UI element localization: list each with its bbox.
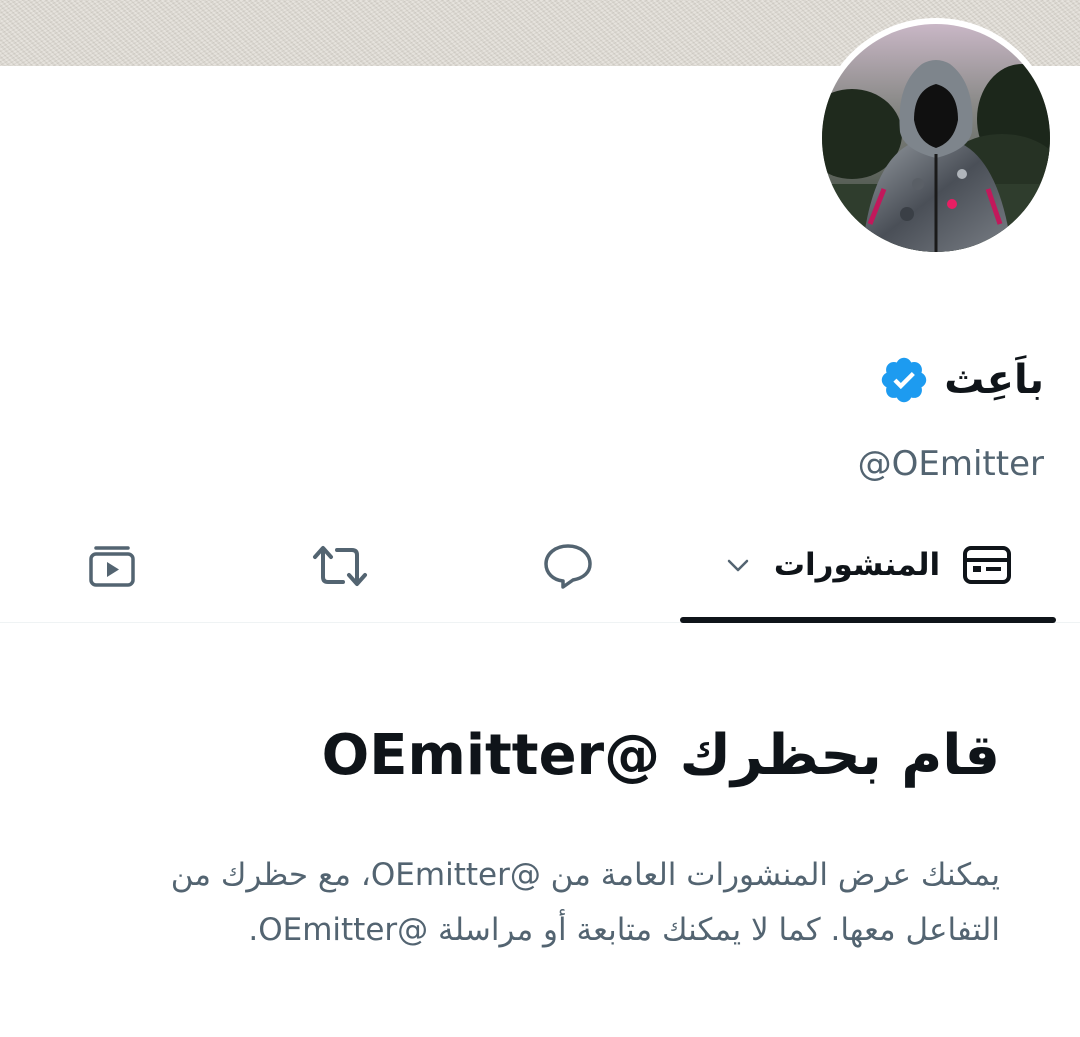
media-playlist-icon [87,543,137,589]
blocked-description: يمكنك عرض المنشورات العامة من @OEmitter،… [170,857,1000,948]
display-name-row: باَعِث [878,350,1044,410]
tab-reposts[interactable] [302,528,378,604]
chevron-down-icon[interactable] [724,555,752,575]
posts-icon [962,543,1012,587]
profile-handle: @OEmitter [857,444,1044,484]
active-tab-indicator [680,617,1056,623]
reply-icon [542,542,594,590]
tab-media[interactable] [74,528,150,604]
verified-badge-icon[interactable] [878,354,930,406]
blocked-title: قام بحظرك @OEmitter [321,723,1000,788]
avatar[interactable] [822,24,1050,252]
profile-tabs: المنشورات [0,510,1080,623]
tab-posts-label: المنشورات [773,547,941,583]
tab-posts[interactable]: المنشورات [680,510,1056,620]
repost-icon [311,543,369,589]
tab-replies[interactable] [530,528,606,604]
display-name: باَعِث [944,357,1044,403]
